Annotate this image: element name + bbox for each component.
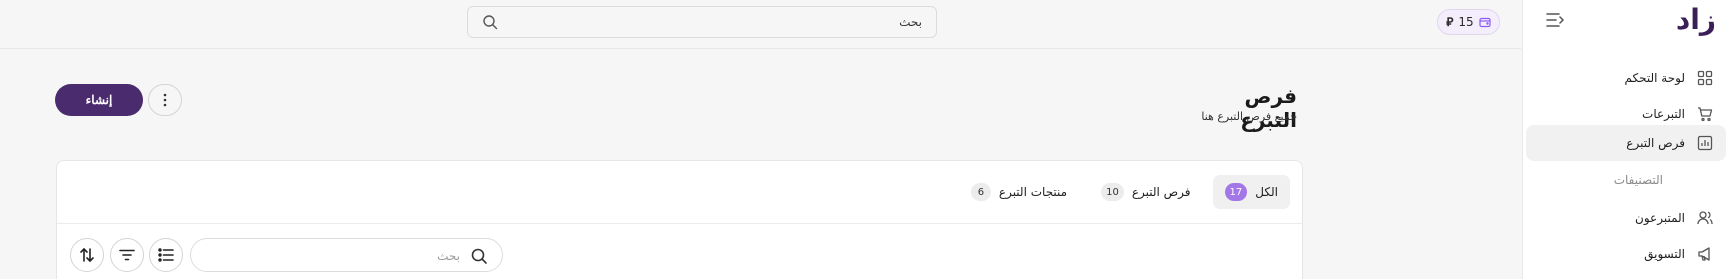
opportunities-card: الكل 17 فرص التبرع 10 منتجات التبرع 6 بح…: [56, 160, 1303, 279]
tab-count-badge: 17: [1224, 183, 1248, 201]
balance-badge[interactable]: ⃁ 15: [1437, 9, 1500, 35]
page-title: فرص التبرع: [1240, 84, 1297, 132]
tab-label: منتجات التبرع: [998, 185, 1068, 199]
tab-count-badge: 6: [970, 183, 991, 201]
wallet-icon: [1479, 16, 1491, 28]
list-search-input[interactable]: بحث: [190, 238, 503, 272]
dashboard-icon: [1697, 70, 1713, 86]
filter-button[interactable]: [110, 238, 144, 272]
sidebar-subitem-categories[interactable]: التصنيفات: [1614, 173, 1663, 187]
tab-label: الكل: [1255, 185, 1278, 199]
sidebar-item-label: المتبرعون: [1635, 211, 1685, 225]
sidebar-item-label: فرص التبرع: [1626, 136, 1685, 150]
tab-opportunities[interactable]: فرص التبرع 10: [1089, 175, 1202, 209]
sidebar-item-dashboard[interactable]: لوحة التحكم: [1525, 60, 1713, 96]
create-button[interactable]: إنشاء: [55, 84, 143, 116]
search-placeholder: بحث: [899, 15, 922, 29]
sidebar-item-donors[interactable]: المتبرعون: [1525, 200, 1713, 236]
sidebar-item-label: التسويق: [1644, 247, 1685, 261]
kebab-menu-icon: [163, 93, 167, 107]
tab-all[interactable]: الكل 17: [1212, 175, 1290, 209]
search-icon: [470, 247, 488, 265]
top-bar: ⃁ 15 بحث: [0, 0, 1521, 49]
collapse-sidebar-icon[interactable]: [1545, 11, 1567, 31]
sidebar-item-marketing[interactable]: التسويق: [1525, 236, 1713, 272]
sidebar-item-label: التبرعات: [1642, 107, 1685, 121]
sidebar-item-label: لوحة التحكم: [1624, 71, 1686, 85]
app-logo: زاد: [1675, 3, 1718, 36]
filter-tabs: الكل 17 فرص التبرع 10 منتجات التبرع 6: [959, 175, 1290, 209]
tab-count-badge: 10: [1101, 183, 1124, 201]
list-icon: [158, 248, 174, 262]
balance-amount: 15: [1458, 15, 1474, 29]
megaphone-icon: [1697, 246, 1713, 262]
sort-button[interactable]: [70, 238, 104, 272]
cart-icon: [1697, 106, 1713, 122]
search-icon: [482, 14, 498, 30]
more-options-button[interactable]: [148, 84, 182, 116]
riyal-currency-icon: ⃁: [1446, 14, 1454, 29]
global-search-input[interactable]: بحث: [467, 6, 937, 38]
page-subtitle: جميع فرص التبرع هنا: [1201, 110, 1297, 123]
chart-bars-icon: [1697, 135, 1713, 151]
tab-label: فرص التبرع: [1131, 185, 1191, 199]
tab-products[interactable]: منتجات التبرع 6: [959, 175, 1079, 209]
sort-arrows-icon: [79, 247, 95, 263]
filter-icon: [119, 249, 135, 261]
users-icon: [1697, 210, 1713, 226]
sidebar-item-opportunities[interactable]: فرص التبرع: [1526, 125, 1726, 161]
divider: [57, 223, 1302, 224]
search-placeholder: بحث: [437, 249, 460, 263]
list-view-button[interactable]: [149, 238, 183, 272]
sidebar: زاد لوحة التحكم التبرعات فرص التبرع التص…: [1522, 0, 1731, 279]
